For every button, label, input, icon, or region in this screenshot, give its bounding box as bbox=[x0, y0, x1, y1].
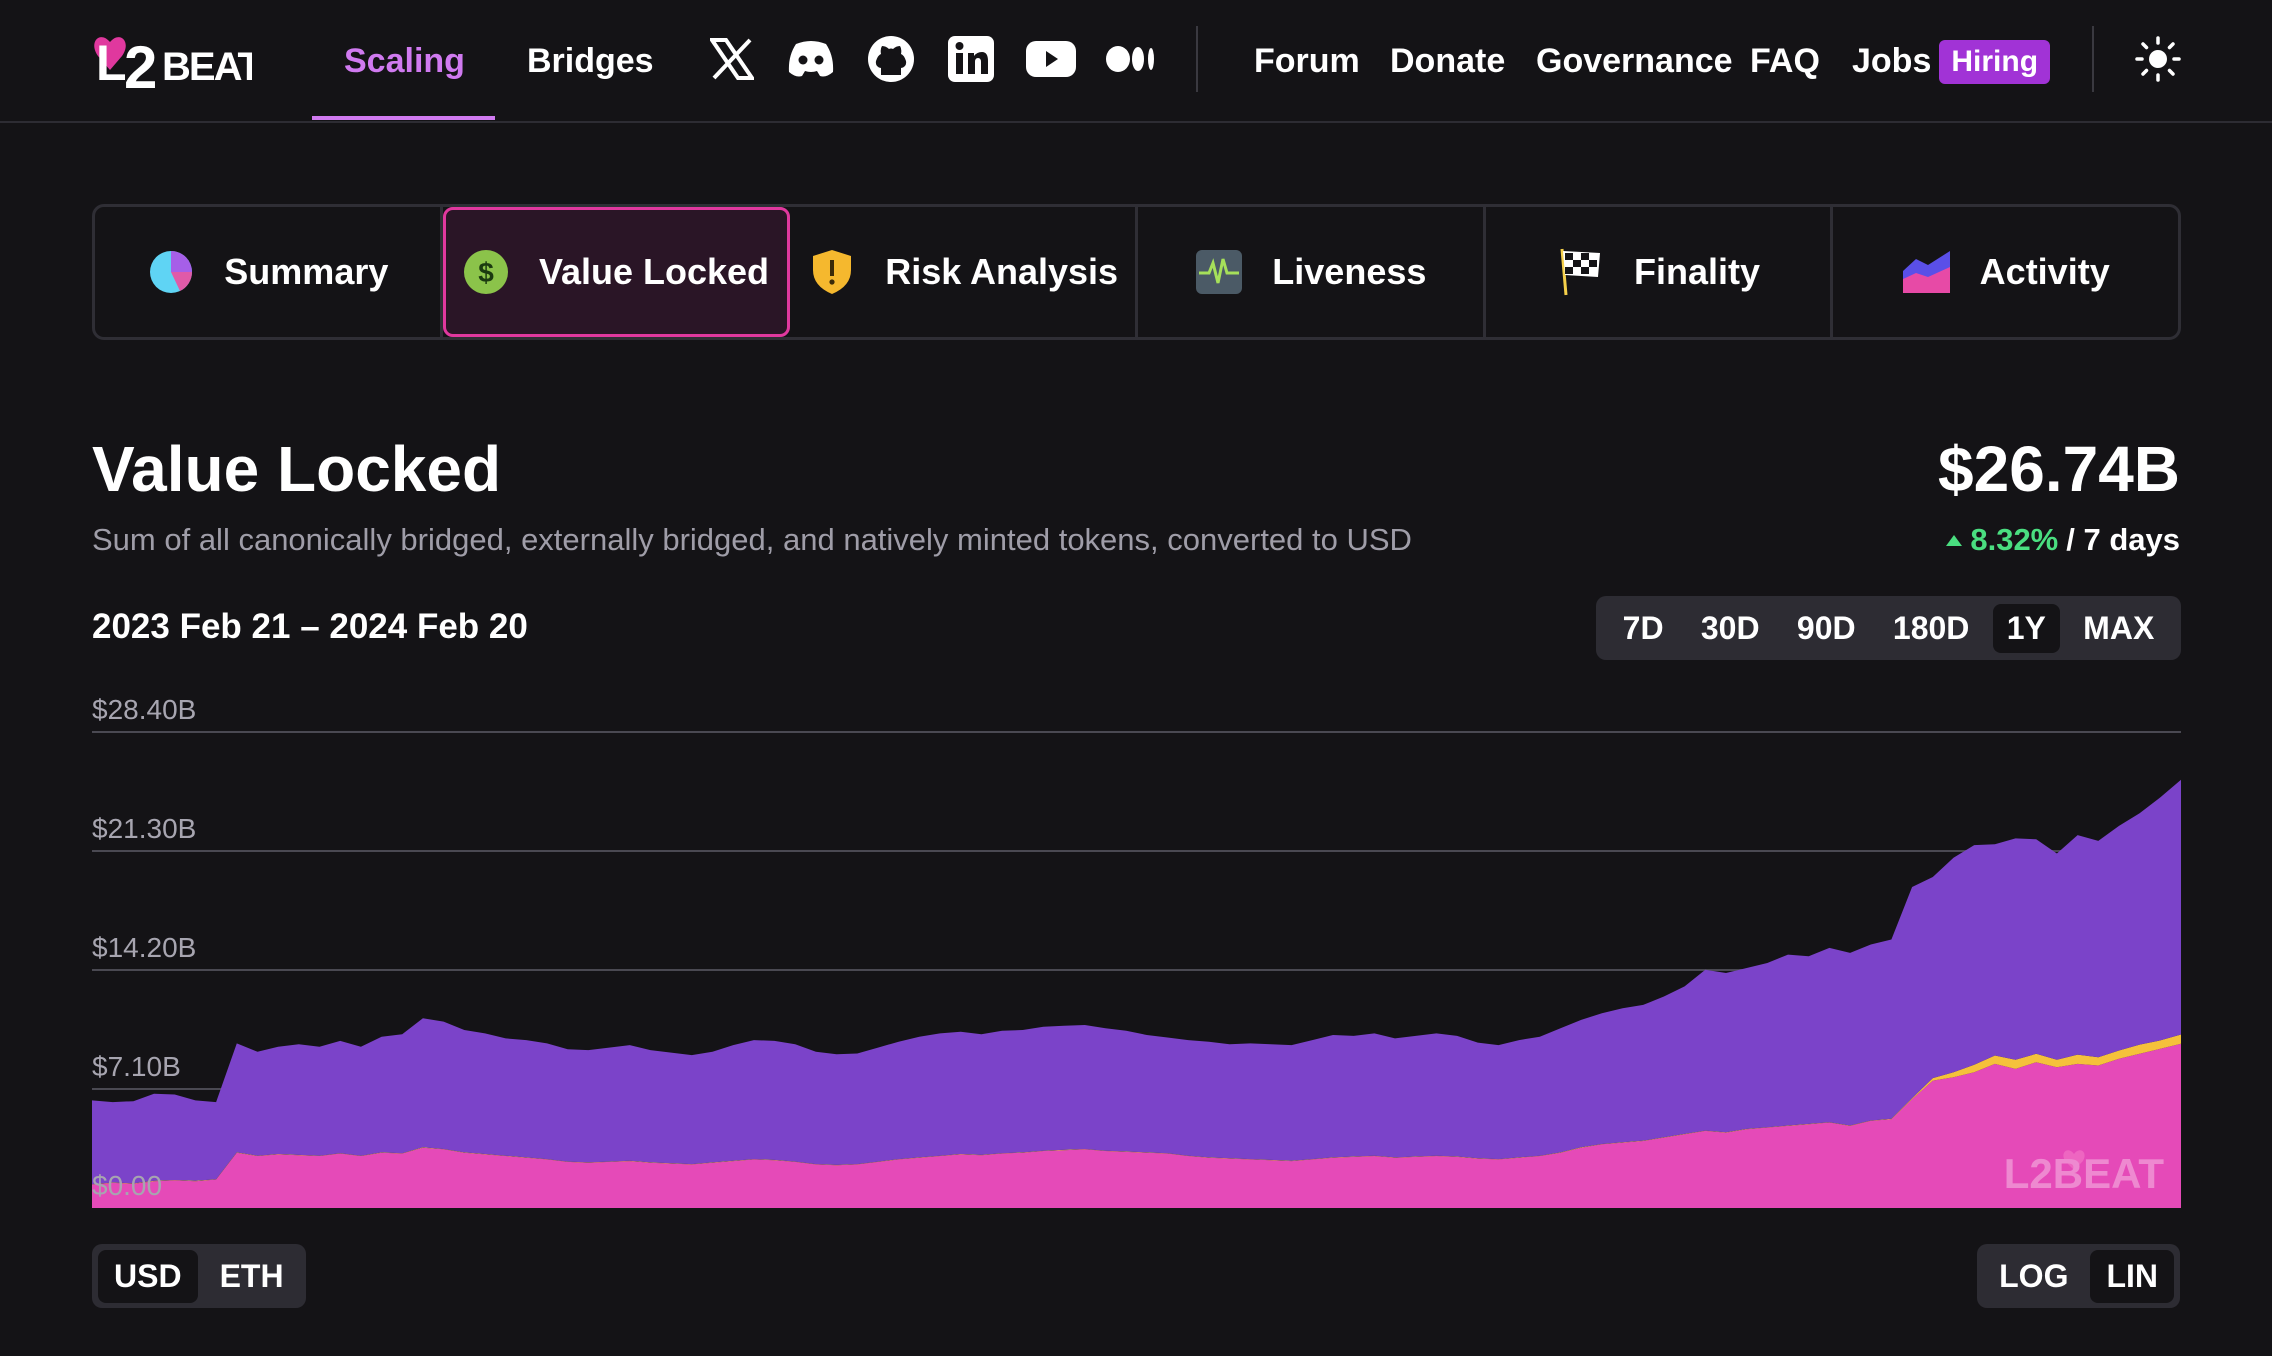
youtube-icon[interactable] bbox=[1025, 33, 1077, 85]
y-tick-label: $7.10B bbox=[92, 1051, 181, 1082]
medium-icon[interactable] bbox=[1105, 33, 1157, 85]
nav-governance[interactable]: Governance bbox=[1536, 0, 1733, 123]
nav-faq[interactable]: FAQ bbox=[1750, 0, 1820, 123]
scale-lin[interactable]: LIN bbox=[2090, 1249, 2174, 1303]
y-tick-label: $14.20B bbox=[92, 932, 197, 963]
nav-jobs-label: Jobs bbox=[1852, 42, 1932, 80]
tab-label: Risk Analysis bbox=[885, 251, 1119, 292]
nav-scaling[interactable]: Scaling bbox=[344, 0, 465, 123]
nav-bridges[interactable]: Bridges bbox=[527, 0, 654, 123]
linkedin-icon[interactable] bbox=[945, 33, 997, 85]
nav-divider-right bbox=[2092, 26, 2094, 92]
pie-chart-icon bbox=[146, 247, 196, 297]
scale-toggle: LOG LIN bbox=[1977, 1244, 2180, 1308]
change-percent: 8.32% bbox=[1946, 522, 2058, 558]
y-tick-label: $21.30B bbox=[92, 813, 197, 844]
chart-areas bbox=[92, 779, 2181, 1208]
currency-eth[interactable]: ETH bbox=[204, 1250, 300, 1303]
tab-label: Value Locked bbox=[538, 251, 770, 292]
range-7d[interactable]: 7D bbox=[1609, 604, 1678, 653]
value-locked-chart[interactable]: L2BEAT $0.00 $7.10B $14.20B $21.30B $28.40B bbox=[92, 690, 2181, 1210]
y-tick-label: $0.00 bbox=[92, 1170, 163, 1201]
top-navbar: L 2 BEAT Scaling Bridges Forum Donate Go… bbox=[0, 0, 2272, 123]
range-max[interactable]: MAX bbox=[2069, 604, 2168, 653]
nav-divider bbox=[1196, 26, 1198, 92]
time-range-selector: 7D 30D 90D 180D 1Y MAX bbox=[1596, 596, 2181, 660]
github-icon[interactable] bbox=[865, 33, 917, 85]
range-180d[interactable]: 180D bbox=[1879, 604, 1984, 653]
tab-activity[interactable]: Activity bbox=[1833, 207, 2178, 337]
nav-forum[interactable]: Forum bbox=[1254, 0, 1360, 123]
hiring-badge: Hiring bbox=[1939, 39, 2051, 84]
range-1y[interactable]: 1Y bbox=[1992, 603, 2060, 653]
shield-warning-icon bbox=[807, 247, 857, 297]
page-description: Sum of all canonically bridged, external… bbox=[92, 522, 1412, 557]
x-icon[interactable] bbox=[706, 33, 758, 85]
tab-risk-analysis[interactable]: Risk Analysis bbox=[790, 207, 1139, 337]
date-range: 2023 Feb 21 – 2024 Feb 20 bbox=[92, 607, 528, 646]
svg-text:2: 2 bbox=[124, 34, 157, 94]
tab-liveness[interactable]: Liveness bbox=[1138, 207, 1486, 337]
tab-label: Activity bbox=[1979, 251, 2110, 292]
tab-label: Summary bbox=[224, 251, 389, 292]
tab-label: Liveness bbox=[1272, 251, 1427, 292]
dollar-coin-icon: $ bbox=[461, 247, 511, 297]
range-90d[interactable]: 90D bbox=[1783, 604, 1870, 653]
value-change: 8.32% / 7 days bbox=[1946, 522, 2180, 558]
tab-summary[interactable]: Summary bbox=[95, 207, 443, 337]
nav-active-underline bbox=[312, 116, 495, 120]
change-period: / 7 days bbox=[2066, 522, 2180, 557]
arrow-up-icon bbox=[1946, 534, 1963, 546]
l2beat-logo[interactable]: L 2 BEAT bbox=[92, 28, 252, 94]
currency-usd[interactable]: USD bbox=[98, 1249, 198, 1303]
y-tick-label: $28.40B bbox=[92, 694, 197, 725]
tab-finality[interactable]: Finality bbox=[1486, 207, 1834, 337]
tab-label: Finality bbox=[1634, 251, 1761, 292]
nav-donate[interactable]: Donate bbox=[1390, 0, 1505, 123]
svg-text:L: L bbox=[96, 35, 127, 91]
tab-value-locked[interactable]: $ Value Locked bbox=[442, 207, 791, 337]
theme-toggle-sun-icon[interactable] bbox=[2132, 33, 2184, 85]
chart-watermark: L2BEAT bbox=[2004, 1150, 2165, 1197]
scale-log[interactable]: LOG bbox=[1983, 1250, 2084, 1303]
svg-text:$: $ bbox=[478, 257, 494, 288]
change-percent-value: 8.32% bbox=[1970, 522, 2059, 557]
discord-icon[interactable] bbox=[785, 33, 837, 85]
watermark-text: L2BEAT bbox=[2004, 1150, 2165, 1197]
chart-svg: L2BEAT bbox=[92, 731, 2181, 1208]
nav-jobs[interactable]: Jobs Hiring bbox=[1852, 0, 2051, 123]
heartbeat-icon bbox=[1194, 247, 1244, 297]
checkered-flag-icon bbox=[1556, 247, 1606, 297]
currency-toggle: USD ETH bbox=[92, 1244, 306, 1308]
area-chart-icon bbox=[1902, 247, 1952, 297]
svg-text:BEAT: BEAT bbox=[162, 45, 252, 89]
total-value: $26.74B bbox=[1938, 433, 2180, 505]
page-title: Value Locked bbox=[92, 433, 502, 505]
section-tabs: Summary $ Value Locked Risk Analysis Liv… bbox=[92, 204, 2181, 340]
range-30d[interactable]: 30D bbox=[1687, 604, 1774, 653]
